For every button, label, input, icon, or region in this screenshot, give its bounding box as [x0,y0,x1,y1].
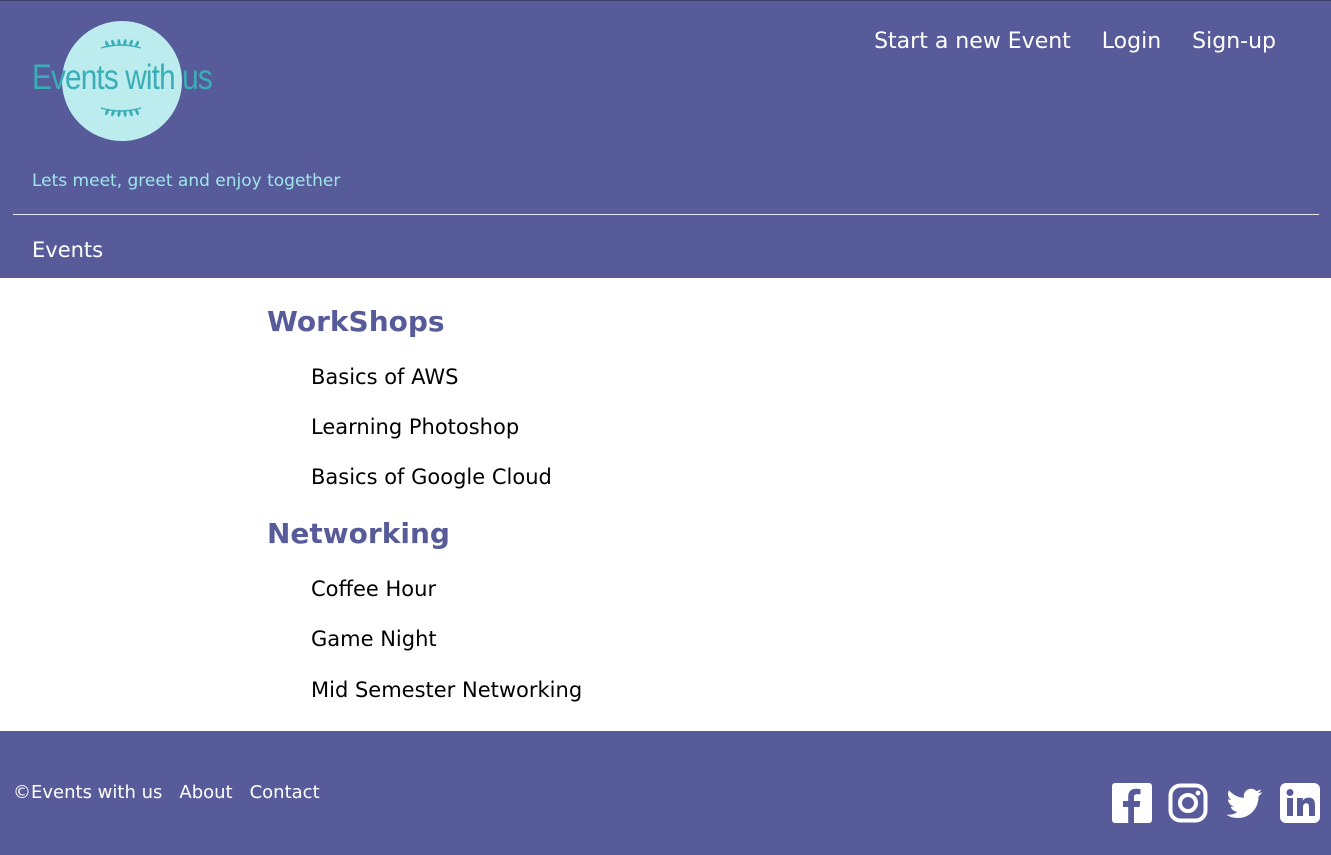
linkedin-icon[interactable] [1280,783,1320,823]
contact-link[interactable]: Contact [250,782,320,803]
header-divider [13,214,1319,215]
start-new-event-link[interactable]: Start a new Event [874,29,1071,54]
event-item[interactable]: Basics of Google Cloud [311,465,552,489]
site-footer: ©Events with us About Contact [0,731,1331,855]
logo-text[interactable]: Events with us [32,58,213,98]
event-item[interactable]: Coffee Hour [311,577,436,601]
login-link[interactable]: Login [1102,29,1161,54]
event-item[interactable]: Basics of AWS [311,365,458,389]
events-nav-link[interactable]: Events [32,238,103,262]
instagram-icon[interactable] [1168,783,1208,823]
social-links [1112,783,1320,823]
sign-up-link[interactable]: Sign-up [1192,29,1276,54]
event-item[interactable]: Game Night [311,627,437,651]
about-link[interactable]: About [179,782,232,803]
event-item[interactable]: Learning Photoshop [311,415,519,439]
copyright: ©Events with us [13,782,163,803]
tagline: Lets meet, greet and enjoy together [32,171,341,191]
top-nav: Start a new Event Login Sign-up [874,29,1276,54]
laurel-bottom-icon [100,107,142,117]
facebook-icon[interactable] [1112,783,1152,823]
footer-links: ©Events with us About Contact [13,782,320,803]
twitter-icon[interactable] [1224,783,1264,823]
section-title-networking: Networking [267,517,450,550]
section-title-workshops: WorkShops [267,305,445,338]
laurel-top-icon [100,39,142,49]
site-header: Events with us Start a new Event Login S… [0,0,1331,278]
event-item[interactable]: Mid Semester Networking [311,678,582,702]
